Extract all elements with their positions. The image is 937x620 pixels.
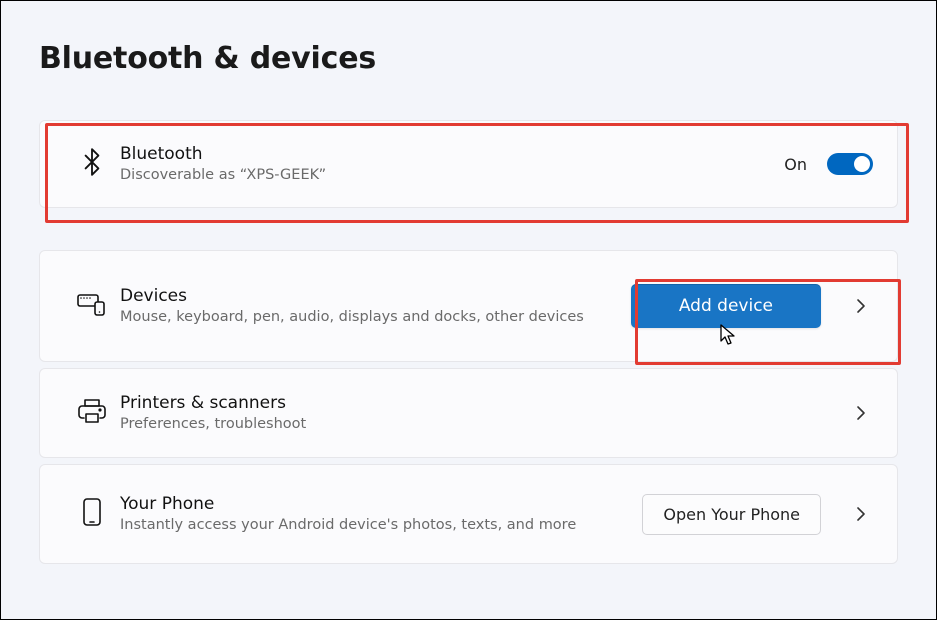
your-phone-title: Your Phone — [120, 493, 626, 516]
add-device-button[interactable]: Add device — [631, 284, 821, 328]
devices-title: Devices — [120, 285, 615, 308]
bluetooth-toggle-label: On — [784, 155, 807, 174]
phone-icon — [82, 497, 102, 531]
bluetooth-subtitle: Discoverable as “XPS-GEEK” — [120, 166, 590, 186]
printers-subtitle: Preferences, troubleshoot — [120, 415, 590, 435]
your-phone-subtitle: Instantly access your Android device's p… — [120, 516, 590, 536]
open-your-phone-button[interactable]: Open Your Phone — [642, 494, 821, 535]
bluetooth-icon — [81, 147, 103, 181]
chevron-right-icon — [849, 405, 873, 421]
devices-row[interactable]: Devices Mouse, keyboard, pen, audio, dis… — [39, 250, 898, 362]
bluetooth-toggle[interactable] — [827, 153, 873, 175]
chevron-right-icon — [849, 298, 873, 314]
printers-row[interactable]: Printers & scanners Preferences, trouble… — [39, 368, 898, 458]
bluetooth-row: Bluetooth Discoverable as “XPS-GEEK” On — [39, 120, 898, 208]
bluetooth-title: Bluetooth — [120, 143, 768, 166]
printers-title: Printers & scanners — [120, 392, 825, 415]
page-title: Bluetooth & devices — [39, 41, 898, 76]
devices-icon — [77, 292, 107, 320]
printer-icon — [78, 398, 106, 428]
your-phone-row[interactable]: Your Phone Instantly access your Android… — [39, 464, 898, 564]
chevron-right-icon — [849, 506, 873, 522]
devices-subtitle: Mouse, keyboard, pen, audio, displays an… — [120, 308, 590, 328]
